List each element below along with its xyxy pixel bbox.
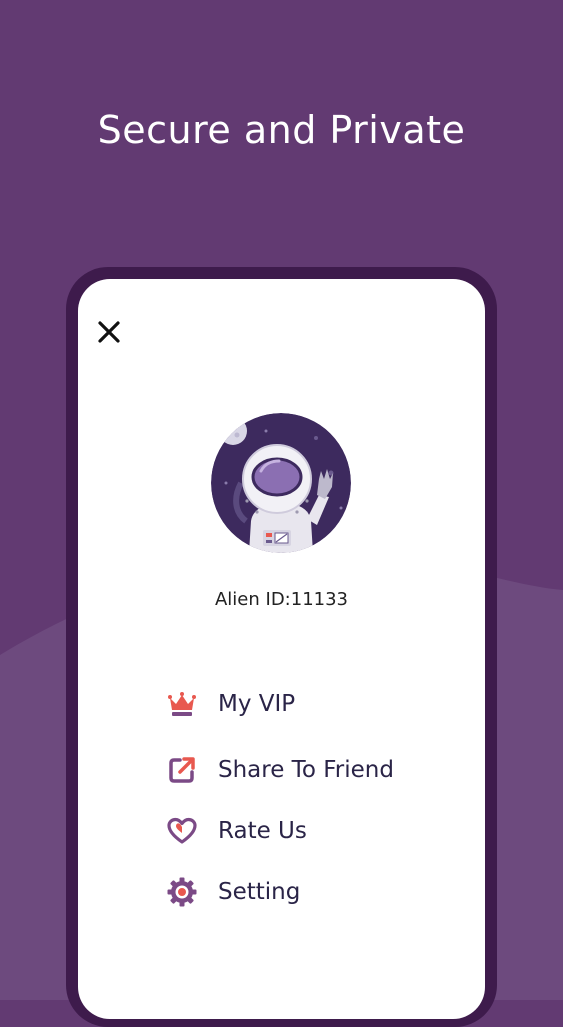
menu-item-my-vip[interactable]: My VIP (166, 684, 466, 724)
menu-item-share-to-friend[interactable]: Share To Friend (166, 750, 466, 790)
user-id-label: Alien ID:11133 (214, 589, 348, 610)
share-icon (166, 754, 198, 786)
close-icon (98, 321, 120, 343)
menu-item-label: Rate Us (218, 818, 307, 844)
menu-item-label: My VIP (218, 691, 296, 717)
menu-item-rate-us[interactable]: Rate Us (166, 811, 466, 851)
menu-item-setting[interactable]: Setting (166, 872, 466, 912)
phone-screen: Alien ID:11133 My VIP Share To Friend Ra… (78, 279, 485, 1019)
headline: Secure and Private (97, 108, 466, 152)
menu-item-label: Setting (218, 879, 301, 905)
heart-icon (166, 815, 198, 847)
crown-icon (166, 688, 198, 720)
astronaut-avatar-icon (211, 413, 351, 553)
close-button[interactable] (96, 319, 122, 345)
gear-icon (166, 876, 198, 908)
menu-item-label: Share To Friend (218, 757, 394, 783)
avatar[interactable] (211, 413, 351, 553)
